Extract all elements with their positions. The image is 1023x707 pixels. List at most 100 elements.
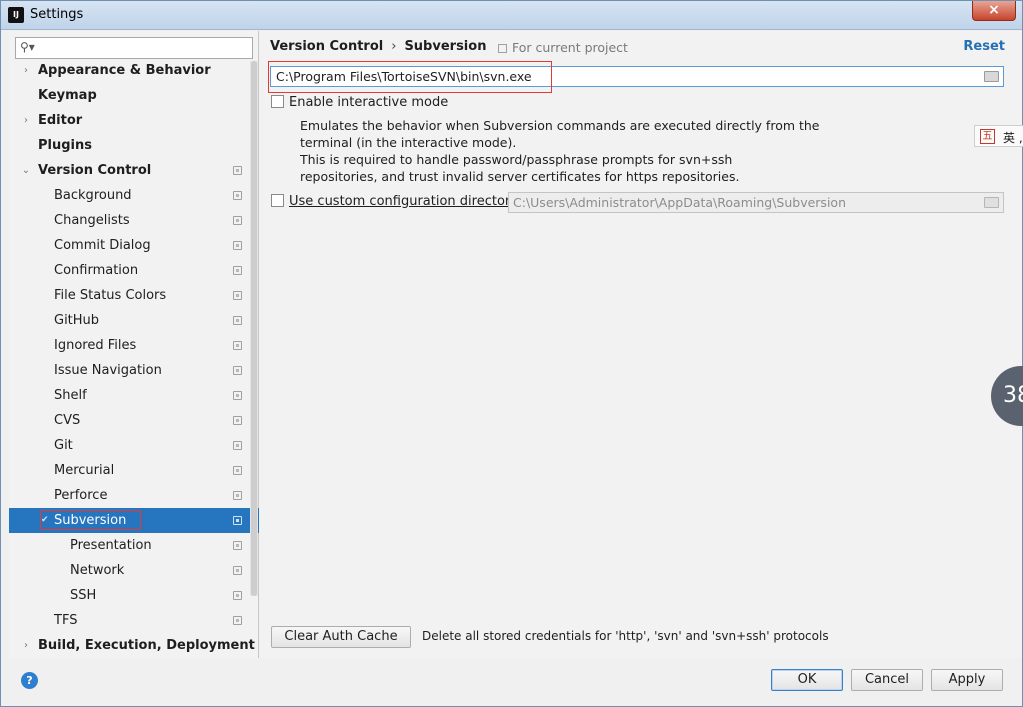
tree-item-label[interactable]: SSH xyxy=(70,583,96,608)
breadcrumb-current: Subversion xyxy=(404,39,487,54)
project-scope-icon xyxy=(233,441,242,450)
tree-item-label[interactable]: Appearance & Behavior xyxy=(38,58,211,83)
tree-item-label[interactable]: Keymap xyxy=(38,83,97,108)
tree-item[interactable]: SSH xyxy=(9,583,259,608)
settings-tree: › Appearance & Behavior Keymap › Editor Plugi… xyxy=(9,58,259,658)
tree-item-label[interactable]: Network xyxy=(70,558,124,583)
chevron-down-icon[interactable]: ⌄ xyxy=(20,158,32,183)
project-scope-icon xyxy=(233,566,242,575)
tree-item-label[interactable]: Commit Dialog xyxy=(54,233,151,258)
project-scope-icon xyxy=(233,241,242,250)
tree-item[interactable]: Ignored Files xyxy=(9,333,259,358)
project-scope-icon xyxy=(233,291,242,300)
ok-button[interactable]: OK xyxy=(771,669,843,691)
clear-auth-cache-description: Delete all stored credentials for 'http'… xyxy=(422,629,829,643)
custom-config-label[interactable]: Use custom configuration directory: xyxy=(289,194,521,209)
dialog-footer: ? OK Cancel Apply xyxy=(1,658,1022,706)
scope-indicator: For current project xyxy=(498,40,628,55)
title-bar: IJ Settings × xyxy=(1,1,1022,30)
breadcrumb: Version Control › Subversion xyxy=(270,39,486,54)
search-input[interactable] xyxy=(40,40,248,56)
description-line: Emulates the behavior when Subversion co… xyxy=(300,118,820,133)
tree-item-label[interactable]: Perforce xyxy=(54,483,107,508)
reset-link[interactable]: Reset xyxy=(963,39,1005,54)
tree-item-label[interactable]: Git xyxy=(54,433,73,458)
tree-item[interactable]: Shelf xyxy=(9,383,259,408)
description-line: This is required to handle password/pass… xyxy=(300,152,733,167)
project-scope-icon xyxy=(498,44,507,53)
subversion-settings-panel: Version Control › Subversion For current p… xyxy=(260,31,1022,658)
tree-item-label[interactable]: TFS xyxy=(54,608,77,633)
tree-item[interactable]: Git xyxy=(9,433,259,458)
tree-item[interactable]: File Status Colors xyxy=(9,283,259,308)
project-scope-icon xyxy=(233,491,242,500)
sidebar-scrollbar[interactable] xyxy=(250,61,258,596)
tree-item-label[interactable]: Plugins xyxy=(38,133,92,158)
intellij-icon: IJ xyxy=(8,7,24,23)
tree-item[interactable]: Mercurial xyxy=(9,458,259,483)
tree-item-label[interactable]: Shelf xyxy=(54,383,87,408)
tree-item-label[interactable]: Changelists xyxy=(54,208,130,233)
tree-item-label[interactable]: Subversion xyxy=(54,508,126,533)
ime-toolbar[interactable]: 五 英 , xyxy=(974,125,1023,147)
tree-item[interactable]: Changelists xyxy=(9,208,259,233)
tree-item[interactable]: TFS xyxy=(9,608,259,633)
project-scope-icon xyxy=(233,191,242,200)
project-scope-icon xyxy=(233,366,242,375)
tree-item[interactable]: ✔ Subversion xyxy=(9,508,259,533)
tree-item[interactable]: Background xyxy=(9,183,259,208)
tree-item-label[interactable]: Mercurial xyxy=(54,458,114,483)
tree-item[interactable]: Confirmation xyxy=(9,258,259,283)
chevron-right-icon[interactable]: › xyxy=(20,108,32,133)
tree-item[interactable]: Network xyxy=(9,558,259,583)
settings-search[interactable]: ⚲▾ xyxy=(15,37,253,59)
interactive-mode-checkbox[interactable] xyxy=(271,95,284,108)
tree-item[interactable]: › Appearance & Behavior xyxy=(9,58,259,83)
chevron-right-icon[interactable]: › xyxy=(20,633,32,658)
tree-item[interactable]: Plugins xyxy=(9,133,259,158)
tree-item[interactable]: GitHub xyxy=(9,308,259,333)
tree-item-label[interactable]: File Status Colors xyxy=(54,283,166,308)
tree-item[interactable]: Perforce xyxy=(9,483,259,508)
breadcrumb-parent: Version Control xyxy=(270,39,384,54)
tree-item-label[interactable]: Build, Execution, Deployment xyxy=(38,633,255,658)
ime-logo-icon[interactable]: 五 xyxy=(980,129,995,144)
tree-item-label[interactable]: Confirmation xyxy=(54,258,138,283)
ime-language-label[interactable]: 英 , xyxy=(1003,129,1023,146)
tree-item-label[interactable]: CVS xyxy=(54,408,80,433)
tree-item[interactable]: Commit Dialog xyxy=(9,233,259,258)
project-scope-icon xyxy=(233,266,242,275)
description-line: repositories, and trust invalid server c… xyxy=(300,169,740,184)
tree-item-label[interactable]: Issue Navigation xyxy=(54,358,162,383)
clear-auth-cache-button[interactable]: Clear Auth Cache xyxy=(271,626,411,648)
chevron-right-icon[interactable]: › xyxy=(20,58,32,83)
close-button[interactable]: × xyxy=(972,1,1016,21)
help-icon[interactable]: ? xyxy=(21,672,38,689)
tree-item[interactable]: Issue Navigation xyxy=(9,358,259,383)
tree-item-label[interactable]: Version Control xyxy=(38,158,151,183)
tree-item-label[interactable]: Editor xyxy=(38,108,82,133)
tree-item-label[interactable]: Background xyxy=(54,183,132,208)
scope-label: For current project xyxy=(512,40,628,55)
apply-button[interactable]: Apply xyxy=(931,669,1003,691)
sidebar-scrollbar-thumb[interactable] xyxy=(251,61,257,596)
tree-item[interactable]: Keymap xyxy=(9,83,259,108)
interactive-mode-label[interactable]: Enable interactive mode xyxy=(289,95,448,110)
breadcrumb-separator-icon: › xyxy=(391,39,397,54)
custom-config-option[interactable]: Use custom configuration directory: xyxy=(271,194,521,209)
browse-folder-icon[interactable] xyxy=(984,71,999,82)
project-scope-icon xyxy=(233,166,242,175)
tree-item[interactable]: › Editor xyxy=(9,108,259,133)
window-title: Settings xyxy=(30,7,84,22)
tree-item-label[interactable]: Presentation xyxy=(70,533,152,558)
custom-config-checkbox[interactable] xyxy=(271,194,284,207)
tree-item[interactable]: ⌄ Version Control xyxy=(9,158,259,183)
tree-item[interactable]: CVS xyxy=(9,408,259,433)
interactive-mode-option[interactable]: Enable interactive mode xyxy=(271,95,448,110)
tree-item-label[interactable]: Ignored Files xyxy=(54,333,136,358)
tree-item-label[interactable]: GitHub xyxy=(54,308,99,333)
project-scope-icon xyxy=(233,591,242,600)
cancel-button[interactable]: Cancel xyxy=(851,669,923,691)
tree-item[interactable]: › Build, Execution, Deployment xyxy=(9,633,259,658)
tree-item[interactable]: Presentation xyxy=(9,533,259,558)
